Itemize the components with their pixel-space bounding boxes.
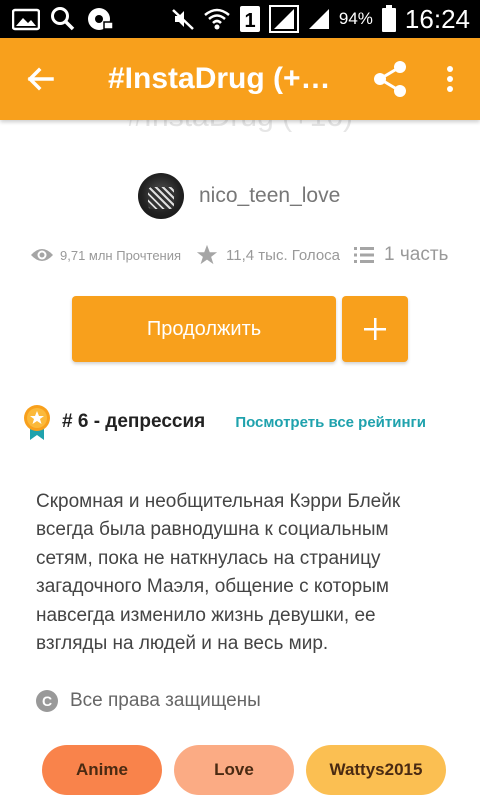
copyright-icon: C (36, 690, 58, 712)
clock: 16:24 (404, 3, 470, 34)
ranking-row: # 6 - депрессия Посмотреть все рейтинги (22, 404, 462, 440)
mute-icon (171, 7, 195, 31)
more-vert-icon (447, 66, 453, 92)
story-description: Скромная и необщительная Кэрри Блейк все… (36, 491, 401, 655)
continue-reading-button[interactable]: Продолжить (72, 296, 336, 362)
parts-count: 1 часть (384, 244, 449, 265)
share-icon (374, 61, 406, 97)
battery-percent: 94% (338, 9, 373, 28)
tag-wattys2015[interactable]: Wattys2015 (306, 745, 446, 795)
media-icon (86, 6, 114, 32)
signal-2-icon (307, 7, 331, 31)
status-bar: 1 94% 16:24 (0, 0, 480, 38)
avatar[interactable] (138, 173, 184, 219)
parts-stat: 1 часть (354, 244, 448, 266)
battery-icon (381, 5, 397, 33)
tags-list: Anime Love Wattys2015 (42, 745, 446, 795)
reads-count: 9,71 млн Прочтения (60, 247, 182, 263)
gallery-icon (12, 7, 40, 31)
back-button[interactable] (0, 38, 80, 120)
tag-love[interactable]: Love (174, 745, 294, 795)
ranking-badge-icon (24, 405, 50, 440)
svg-text:1: 1 (244, 10, 255, 32)
story-stats: 9,71 млн Прочтения 11,4 тыс. Голоса 1 ча… (30, 244, 470, 266)
plus-icon (364, 318, 386, 340)
author-row[interactable]: nico_teen_love (138, 173, 340, 219)
votes-stat: 11,4 тыс. Голоса (196, 244, 340, 266)
search-icon (50, 6, 76, 32)
share-button[interactable] (360, 38, 420, 120)
app-bar: #InstaDrug (+… (0, 38, 480, 120)
add-to-library-button[interactable] (342, 296, 408, 362)
view-all-rankings-link[interactable]: Посмотреть все рейтинги (235, 414, 426, 431)
reads-stat: 9,71 млн Прочтения (30, 246, 181, 264)
copyright-row: C Все права защищены (36, 690, 261, 712)
more-options-button[interactable] (420, 38, 480, 120)
list-icon (354, 247, 375, 263)
tag-anime[interactable]: Anime (42, 745, 162, 795)
signal-icon (268, 5, 299, 33)
copyright-text: Все права защищены (70, 690, 261, 711)
sim-1-icon: 1 (239, 5, 261, 33)
wifi-icon (203, 7, 231, 31)
eye-icon (31, 249, 53, 261)
votes-count: 11,4 тыс. Голоса (226, 246, 341, 264)
star-icon (196, 244, 218, 265)
arrow-back-icon (27, 67, 54, 91)
author-name[interactable]: nico_teen_love (199, 184, 340, 208)
story-title: #InstaDrug (+… (108, 62, 331, 95)
ranking-text: # 6 - депрессия (62, 411, 206, 432)
